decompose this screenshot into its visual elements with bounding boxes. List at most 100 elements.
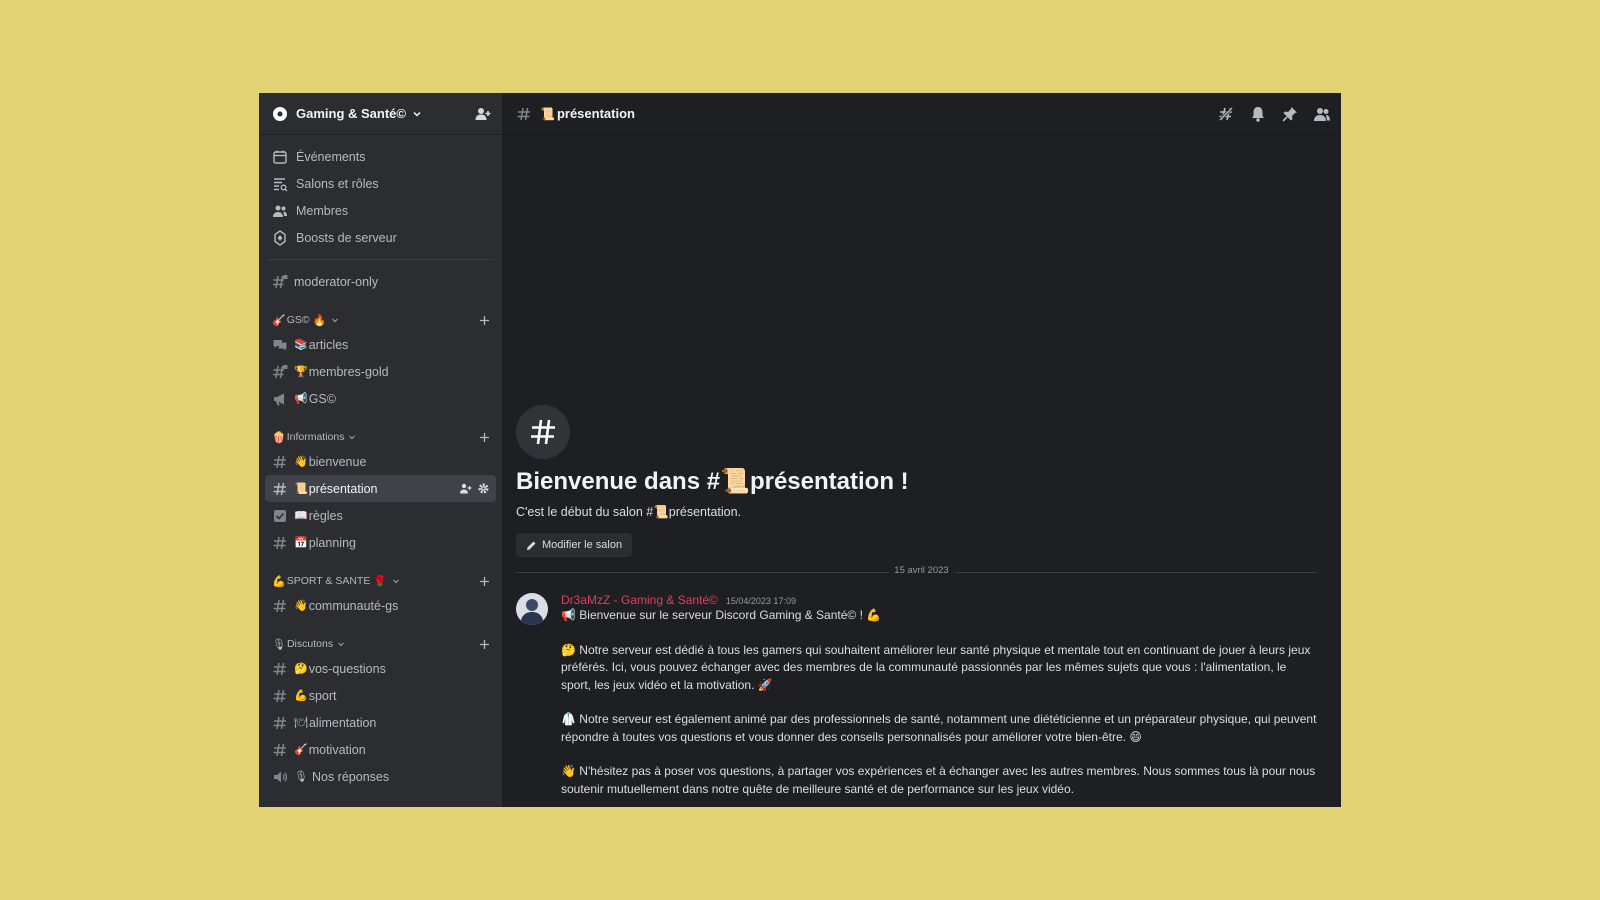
server-header[interactable]: Gaming & Santé© — [259, 93, 502, 135]
channel-label: membres-gold — [308, 364, 389, 379]
boost-icon — [272, 229, 288, 246]
chevron-down-icon — [348, 433, 356, 441]
channel-motivation[interactable]: 🎸 motivation — [265, 736, 496, 763]
rules-icon — [272, 508, 288, 524]
message-header: Dr3aMzZ - Gaming & Santé© 15/04/2023 17:… — [561, 593, 1317, 607]
forum-icon — [272, 337, 288, 353]
threads-icon[interactable] — [1217, 105, 1235, 123]
channel-label: Nos réponses — [311, 769, 390, 784]
category-emoji: 🎙 — [272, 638, 286, 651]
channel-label: alimentation — [308, 715, 377, 730]
channel-title: présentation — [556, 106, 635, 121]
menu-item-members[interactable]: Membres — [267, 197, 494, 224]
speaker-icon — [272, 769, 288, 785]
hashtag-icon — [272, 454, 288, 470]
date-divider-label: 15 avril 2023 — [888, 565, 955, 576]
channel-nos-reponses[interactable]: 🎙 Nos réponses — [265, 763, 496, 790]
channel-label: règles — [308, 508, 343, 523]
chevron-down-icon — [392, 577, 400, 585]
channel-header: 📜 présentation — [502, 93, 1341, 135]
category-emoji-suffix: 🌹 — [373, 575, 388, 588]
category-label: SPORT & SANTE — [286, 575, 371, 587]
category-emoji-suffix: 🔥 — [312, 314, 327, 327]
channel-emoji: 📖 — [294, 510, 308, 522]
hashtag-icon — [272, 481, 288, 497]
discord-window: Gaming & Santé© Événements Salons et rôl… — [259, 93, 1341, 807]
channel-actions — [459, 482, 490, 495]
edit-channel-button[interactable]: Modifier le salon — [516, 533, 633, 557]
pencil-icon — [526, 540, 537, 551]
invite-people-icon[interactable] — [459, 482, 472, 495]
server-name: Gaming & Santé© — [296, 106, 406, 121]
category-emoji: 🎸 — [272, 314, 286, 327]
category-sport-sante[interactable]: 💪 SPORT & SANTE 🌹 — [259, 570, 502, 592]
message-paragraph-2: 🤔 Notre serveur est dédié à tous les gam… — [561, 642, 1311, 692]
menu-item-channels-roles[interactable]: Salons et rôles — [267, 170, 494, 197]
channel-title-emoji: 📜 — [540, 106, 555, 121]
welcome-title: Bienvenue dans #📜présentation ! — [516, 468, 909, 495]
category-gs[interactable]: 🎸 GS© 🔥 — [259, 309, 502, 331]
chevron-down-icon — [331, 316, 339, 324]
hashtag-icon — [272, 661, 288, 677]
channel-label: moderator-only — [294, 274, 379, 289]
avatar[interactable] — [516, 593, 548, 625]
menu-item-server-boosts[interactable]: Boosts de serveur — [267, 224, 494, 251]
members-icon — [272, 203, 288, 219]
channel-emoji: 🏆 — [294, 366, 308, 378]
channel-sport[interactable]: 💪 sport — [265, 682, 496, 709]
welcome-subtitle: C'est le début du salon #📜présentation. — [516, 505, 742, 519]
add-channel-icon[interactable] — [479, 315, 490, 326]
pin-icon[interactable] — [1281, 105, 1299, 123]
menu-item-label: Événements — [296, 149, 366, 164]
invite-people-icon[interactable] — [474, 105, 492, 123]
channel-planning[interactable]: 📅 planning — [265, 529, 496, 556]
channels-roles-icon — [272, 176, 288, 192]
channel-moderator-only[interactable]: moderator-only — [265, 268, 496, 295]
announcement-icon — [272, 391, 288, 407]
hashtag-icon — [516, 106, 532, 122]
member-list-icon[interactable] — [1313, 105, 1331, 123]
channel-alimentation[interactable]: 🍽 alimentation — [265, 709, 496, 736]
channel-emoji: 👋 — [294, 600, 308, 612]
add-channel-icon[interactable] — [479, 432, 490, 443]
chevron-down-icon[interactable] — [412, 109, 422, 119]
channel-label: GS© — [308, 391, 336, 406]
edit-channel-label: Modifier le salon — [542, 539, 623, 551]
channel-communaute-gs[interactable]: 👋 communauté-gs — [265, 592, 496, 619]
menu-item-label: Boosts de serveur — [296, 230, 397, 245]
channel-membres-gold[interactable]: 🏆 membres-gold — [265, 358, 496, 385]
category-label: Discutons — [286, 638, 334, 650]
channel-vos-questions[interactable]: 🤔 vos-questions — [265, 655, 496, 682]
message-paragraph-4: 👋 N'hésitez pas à poser vos questions, à… — [561, 764, 1316, 796]
channel-articles[interactable]: 📚 articles — [265, 331, 496, 358]
channel-regles[interactable]: 📖 règles — [265, 502, 496, 529]
hashtag-icon — [272, 715, 288, 731]
channel-presentation[interactable]: 📜 présentation — [265, 475, 496, 502]
channel-emoji: 🎙 — [294, 771, 308, 783]
category-emoji: 💪 — [272, 575, 286, 588]
hashtag-icon — [272, 598, 288, 614]
category-informations[interactable]: 🍿 Informations — [259, 426, 502, 448]
server-icon — [272, 106, 288, 122]
message-line-1: 📢 Bienvenue sur le serveur Discord Gamin… — [561, 608, 882, 622]
gear-icon[interactable] — [477, 482, 490, 495]
channel-bienvenue[interactable]: 👋 bienvenue — [265, 448, 496, 475]
bell-icon[interactable] — [1249, 105, 1267, 123]
channel-label: planning — [308, 535, 356, 550]
channel-label: sport — [308, 688, 337, 703]
message-author[interactable]: Dr3aMzZ - Gaming & Santé© — [561, 593, 718, 607]
channel-label: communauté-gs — [308, 598, 399, 613]
channel-label: présentation — [308, 481, 378, 496]
channel-emoji: 🍽 — [294, 717, 308, 729]
add-channel-icon[interactable] — [479, 639, 490, 650]
channel-emoji: 💪 — [294, 690, 308, 702]
add-channel-icon[interactable] — [479, 576, 490, 587]
hashtag-icon — [272, 742, 288, 758]
hashtag-icon — [272, 535, 288, 551]
channel-gs-announcements[interactable]: 📢 GS© — [265, 385, 496, 412]
message-timestamp: 15/04/2023 17:09 — [725, 596, 796, 606]
menu-item-events[interactable]: Événements — [267, 143, 494, 170]
calendar-icon — [272, 149, 288, 165]
hashtag-icon — [272, 688, 288, 704]
category-discutons[interactable]: 🎙 Discutons — [259, 633, 502, 655]
